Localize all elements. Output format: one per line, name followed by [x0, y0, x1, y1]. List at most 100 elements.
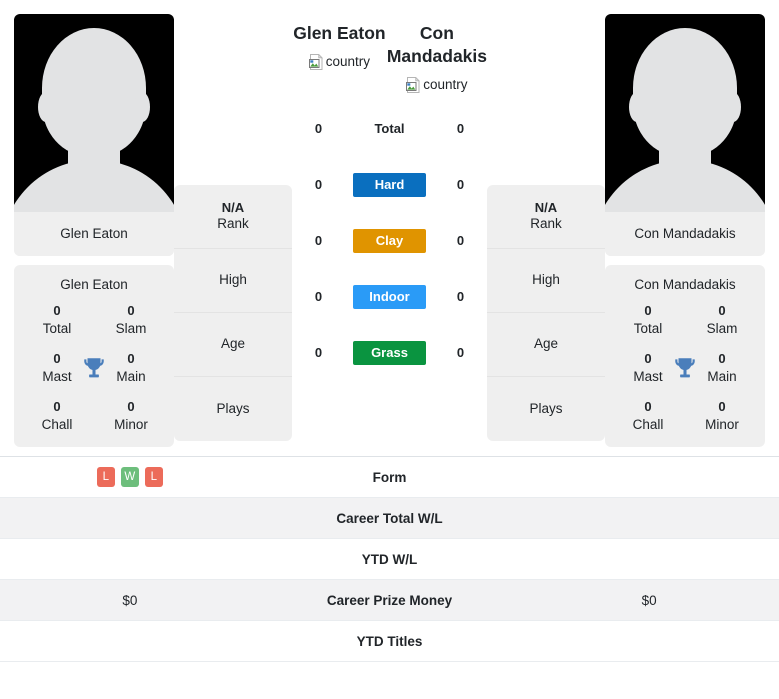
title-stat-value: 0	[644, 399, 652, 415]
info-row-label: Plays	[216, 400, 250, 416]
avatar-head-icon	[633, 28, 737, 156]
surface-badge-grass: Grass	[353, 340, 426, 365]
left-surface-count: 0	[314, 177, 323, 192]
info-row-high: High	[487, 249, 605, 313]
broken-image-icon	[308, 53, 323, 70]
title-stat-value: 0	[127, 399, 135, 415]
title-stat-label: Chall	[41, 416, 73, 432]
table-row: Career Total W/L	[0, 498, 779, 540]
title-stat-value: 0	[718, 399, 726, 415]
table-row: YTD W/L	[0, 539, 779, 581]
avatar-ear-right-icon	[725, 92, 741, 122]
info-row-rank: N/A Rank	[487, 185, 605, 249]
title-stat: 0 Total	[20, 303, 94, 337]
surface-rows: 0 Total 0 0 Hard 0 0 Clay 0 0 Indoor 0 0	[292, 101, 487, 381]
info-row-age: Age	[487, 313, 605, 377]
table-row: L W L Form	[0, 457, 779, 499]
surface-badge-total: Total	[374, 120, 405, 136]
title-stat-value: 0	[53, 399, 61, 415]
player-names-row: Glen Eaton country Con Mandadakis countr…	[292, 22, 487, 98]
left-player-column: Glen Eaton Glen Eaton 0 Total 0 Slam 0 M…	[14, 14, 174, 448]
surface-comparison-column: Glen Eaton country Con Mandadakis countr…	[292, 14, 487, 381]
info-row-rank: N/A Rank	[174, 185, 292, 249]
left-avatar-player-name: Glen Eaton	[14, 212, 174, 257]
right-surface-count: 0	[456, 233, 465, 248]
left-player-name-block: Glen Eaton country	[292, 22, 387, 75]
trophy-icon	[675, 358, 695, 378]
title-stat-label: Slam	[706, 321, 738, 336]
right-player-titles-card: Con Mandadakis 0 Total 0 Slam 0 Mast 0 M…	[605, 265, 765, 448]
title-stat: 0 Chall	[611, 399, 685, 433]
right-player-name: Con Mandadakis	[386, 23, 488, 66]
surface-row-hard: 0 Hard 0	[292, 157, 487, 213]
title-stat: 0 Minor	[94, 399, 168, 433]
table-row-label: Form	[372, 469, 407, 485]
table-row-label: YTD Titles	[356, 633, 423, 649]
info-row-label: Plays	[529, 400, 563, 416]
title-stat: 0 Slam	[94, 303, 168, 337]
info-row-high: High	[174, 249, 292, 313]
right-player-column: Con Mandadakis Con Mandadakis 0 Total 0 …	[605, 14, 765, 448]
left-country-flag: country	[308, 53, 371, 70]
info-row-label: Rank	[530, 216, 562, 232]
table-row-label: YTD W/L	[361, 551, 418, 567]
left-player-name: Glen Eaton	[293, 23, 386, 43]
player-comparison-header: Glen Eaton Glen Eaton 0 Total 0 Slam 0 M…	[0, 0, 779, 448]
left-country-alt-text: country	[325, 54, 371, 70]
form-badge-loss: L	[96, 467, 115, 488]
avatar-ear-left-icon	[629, 92, 645, 122]
title-stat-value: 0	[718, 303, 726, 319]
right-surface-count: 0	[456, 177, 465, 192]
info-row-age: Age	[174, 313, 292, 377]
avatar-shoulders-icon	[605, 160, 765, 212]
info-row-label: High	[219, 272, 247, 288]
form-badge-win: W	[120, 467, 139, 488]
right-player-avatar-card: Con Mandadakis	[605, 14, 765, 257]
info-row-plays: Plays	[174, 377, 292, 441]
right-country-flag: country	[406, 76, 468, 93]
surface-row-indoor: 0 Indoor 0	[292, 269, 487, 325]
avatar-shoulders-icon	[14, 160, 174, 212]
title-stat-label: Minor	[114, 416, 148, 432]
avatar	[14, 14, 174, 212]
surface-row-grass: 0 Grass 0	[292, 325, 487, 381]
table-right-value: $0	[641, 592, 657, 608]
right-titles-grid: 0 Total 0 Slam 0 Mast 0 Main 0 Chall 0 M…	[611, 303, 759, 433]
right-country-alt-text: country	[423, 77, 468, 92]
left-titles-grid: 0 Total 0 Slam 0 Mast 0 Main 0 Chall 0 M…	[20, 303, 168, 433]
avatar-ear-right-icon	[134, 92, 150, 122]
title-stat-value: 0	[644, 303, 652, 319]
surface-badge-indoor: Indoor	[353, 284, 426, 309]
trophy-icon	[84, 358, 104, 378]
info-row-label: High	[532, 272, 560, 288]
title-stat-label: Total	[633, 321, 663, 336]
left-surface-count: 0	[314, 121, 323, 136]
right-surface-count: 0	[456, 345, 465, 360]
table-row: YTD Titles	[0, 621, 779, 663]
surface-row-clay: 0 Clay 0	[292, 213, 487, 269]
right-player-info-card: N/A Rank High Age Plays	[487, 185, 605, 441]
broken-image-icon	[406, 76, 421, 93]
right-surface-count: 0	[456, 121, 465, 136]
info-row-label: Age	[220, 336, 246, 352]
left-player-avatar-card: Glen Eaton	[14, 14, 174, 257]
info-row-label: Rank	[217, 216, 249, 232]
avatar-ear-left-icon	[38, 92, 54, 122]
avatar	[605, 14, 765, 212]
title-stat: 0 Slam	[685, 303, 759, 337]
table-row-label: Career Prize Money	[326, 592, 453, 608]
left-player-info-card: N/A Rank High Age Plays	[174, 185, 292, 441]
surface-badge-clay: Clay	[353, 228, 426, 253]
title-stat-label: Chall	[632, 416, 664, 432]
table-left-value: $0	[122, 592, 138, 608]
title-stat: 0 Chall	[20, 399, 94, 433]
left-surface-count: 0	[314, 345, 323, 360]
left-player-titles-card: Glen Eaton 0 Total 0 Slam 0 Mast 0 Main	[14, 265, 174, 448]
form-badge-loss: L	[144, 467, 163, 488]
right-titles-card-title: Con Mandadakis	[634, 277, 736, 293]
title-stat: 0 Total	[611, 303, 685, 337]
title-stat: 0 Minor	[685, 399, 759, 433]
left-titles-card-title: Glen Eaton	[60, 277, 128, 293]
title-stat-label: Minor	[705, 416, 739, 432]
table-row: $0 Career Prize Money $0	[0, 580, 779, 622]
